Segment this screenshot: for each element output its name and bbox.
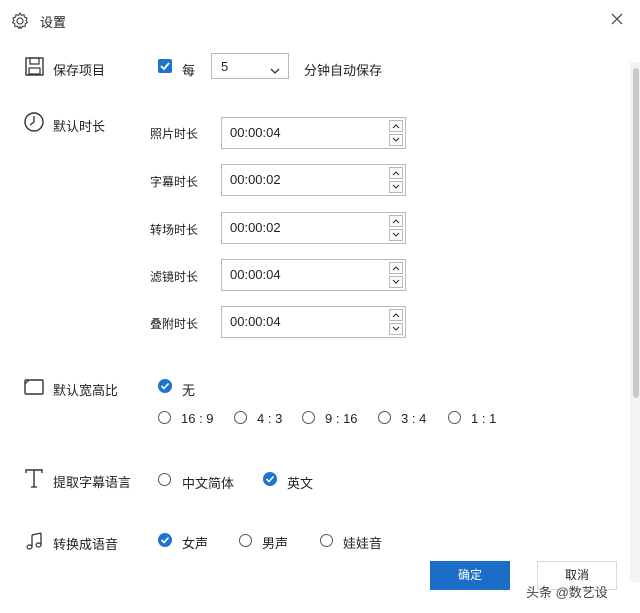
tts-label-male: 男声 [262,536,289,551]
aspect-radio-4-3[interactable] [234,411,247,424]
duration-spinner-subtitle[interactable]: 00:00:02 [221,164,406,196]
duration-value-transition: 00:00:02 [230,220,281,235]
spinner-up-button[interactable] [389,309,403,321]
spinner-down-button[interactable] [389,276,403,288]
duration-spinner-photo[interactable]: 00:00:04 [221,117,406,149]
autosave-section-label: 保存项目 [53,63,106,78]
subtitle-lang-label-english: 英文 [287,476,314,491]
aspect-label-1-1: 1 : 1 [471,411,497,426]
tts-label-female: 女声 [182,536,209,551]
aspect-none-radio[interactable] [158,379,172,393]
tts-radio-child[interactable] [320,534,333,547]
default-duration-section-label: 默认时长 [53,119,106,134]
subtitle-lang-radio-english[interactable] [263,472,277,486]
spinner-up-button[interactable] [389,215,403,227]
spinner-up-button[interactable] [389,167,403,179]
aspect-radio-9-16[interactable] [302,411,315,424]
tts-label-child: 娃娃音 [343,536,383,551]
duration-value-filter: 00:00:04 [230,267,281,282]
tts-radio-male[interactable] [239,534,252,547]
tts-section-label: 转换成语音 [53,537,119,552]
spinner-down-button[interactable] [389,134,403,146]
autosave-checkbox[interactable] [158,59,172,73]
aspect-label-4-3: 4 : 3 [257,411,283,426]
spinner-down-button[interactable] [389,323,403,335]
duration-value-photo: 00:00:04 [230,125,281,140]
aspect-radio-3-4[interactable] [378,411,391,424]
duration-label-subtitle: 字幕时长 [150,175,199,189]
text-t-icon [23,467,45,489]
ok-button[interactable]: 确定 [430,561,510,590]
duration-label-photo: 照片时长 [150,127,199,141]
duration-label-overlay: 叠附时长 [150,317,199,331]
tts-radio-female[interactable] [158,533,172,547]
duration-spinner-transition[interactable]: 00:00:02 [221,212,406,244]
aspect-label-3-4: 3 : 4 [401,411,427,426]
autosave-suffix-label: 分钟自动保存 [304,63,383,78]
music-note-icon [24,530,46,552]
aspect-none-label: 无 [182,383,196,398]
spinner-down-button[interactable] [389,229,403,241]
scrollbar-thumb[interactable] [633,68,639,398]
clock-icon [23,111,45,133]
dialog-title: 设置 [40,15,67,30]
spinner-down-button[interactable] [389,181,403,193]
duration-spinner-filter[interactable]: 00:00:04 [221,259,406,291]
floppy-disk-icon [24,56,46,78]
subtitle-lang-radio-chinese[interactable] [158,473,171,486]
autosave-every-label: 每 [182,63,196,78]
autosave-interval-value: 5 [221,59,229,74]
aspect-radio-16-9[interactable] [158,411,171,424]
aspect-radio-1-1[interactable] [448,411,461,424]
subtitle-language-section-label: 提取字幕语言 [53,475,132,490]
duration-label-transition: 转场时长 [150,223,199,237]
aspect-ratio-section-label: 默认宽高比 [53,383,119,398]
close-icon[interactable] [606,8,628,30]
duration-value-overlay: 00:00:04 [230,314,281,329]
aspect-frame-icon [23,376,45,398]
duration-spinner-overlay[interactable]: 00:00:04 [221,306,406,338]
subtitle-lang-label-chinese: 中文简体 [182,476,235,491]
autosave-interval-select[interactable]: 5 [211,53,289,79]
aspect-label-9-16: 9 : 16 [325,411,358,426]
duration-value-subtitle: 00:00:02 [230,172,281,187]
spinner-up-button[interactable] [389,262,403,274]
chevron-down-icon [270,62,280,74]
aspect-label-16-9: 16 : 9 [181,411,214,426]
spinner-up-button[interactable] [389,120,403,132]
duration-label-filter: 滤镜时长 [150,270,199,284]
gear-icon [10,11,30,31]
watermark-text: 头条 @数艺设 [526,585,608,600]
